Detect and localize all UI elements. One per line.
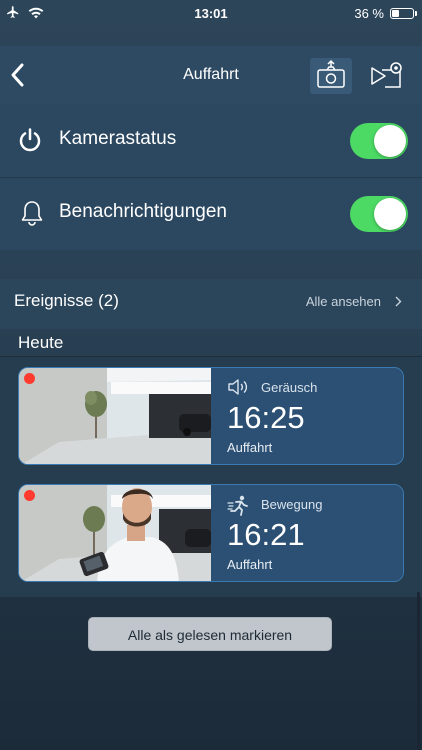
event-card[interactable]: Bewegung 16:21 Auffahrt bbox=[18, 484, 404, 582]
navigation-bar: Auffahrt bbox=[0, 46, 422, 104]
events-title: Ereignisse (2) bbox=[14, 291, 119, 310]
view-all-link[interactable]: Alle ansehen bbox=[306, 294, 402, 309]
unread-indicator bbox=[24, 373, 35, 384]
scrollbar[interactable] bbox=[417, 592, 420, 750]
view-all-label: Alle ansehen bbox=[305, 294, 381, 309]
event-card[interactable]: Geräusch 16:25 Auffahrt bbox=[18, 367, 404, 465]
toggle-label: Kamerastatus bbox=[59, 128, 177, 149]
status-bar: 13:01 36 % bbox=[0, 0, 422, 26]
notifications-toggle[interactable] bbox=[350, 196, 408, 232]
unread-indicator bbox=[24, 490, 35, 501]
event-type: Geräusch bbox=[261, 380, 318, 395]
event-type: Bewegung bbox=[261, 497, 323, 512]
chevron-right-icon bbox=[395, 296, 402, 307]
events-header: Ereignisse (2) Alle ansehen bbox=[0, 279, 422, 329]
mark-all-read-button[interactable]: Alle als gelesen markieren bbox=[88, 617, 332, 651]
toggle-row-camera-status: Kamerastatus bbox=[0, 104, 422, 177]
event-thumbnail bbox=[19, 368, 211, 464]
group-label-today: Heute bbox=[18, 333, 64, 352]
event-time: 16:25 bbox=[227, 400, 305, 435]
battery-icon bbox=[390, 8, 417, 19]
toggle-row-notifications: Benachrichtigungen bbox=[0, 177, 422, 250]
camera-settings-panel: Kamerastatus Benachrichtigungen bbox=[0, 104, 422, 250]
events-list: Geräusch 16:25 Auffahrt Bewegung 16:21 A… bbox=[0, 357, 422, 597]
event-time: 16:21 bbox=[227, 517, 305, 552]
event-info: Geräusch 16:25 Auffahrt bbox=[211, 368, 403, 464]
event-location: Auffahrt bbox=[227, 440, 273, 455]
snapshot-camera-icon[interactable] bbox=[310, 58, 352, 94]
event-info: Bewegung 16:21 Auffahrt bbox=[211, 485, 403, 581]
camera-status-toggle[interactable] bbox=[350, 123, 408, 159]
power-icon bbox=[17, 127, 43, 158]
speaker-icon bbox=[227, 378, 251, 401]
video-settings-icon[interactable] bbox=[368, 58, 408, 94]
event-thumbnail bbox=[19, 485, 211, 581]
battery-percent: 36 % bbox=[354, 6, 384, 21]
toggle-label: Benachrichtigungen bbox=[59, 201, 227, 222]
event-location: Auffahrt bbox=[227, 557, 273, 572]
bell-icon bbox=[20, 199, 44, 232]
page-title: Auffahrt bbox=[183, 66, 239, 83]
